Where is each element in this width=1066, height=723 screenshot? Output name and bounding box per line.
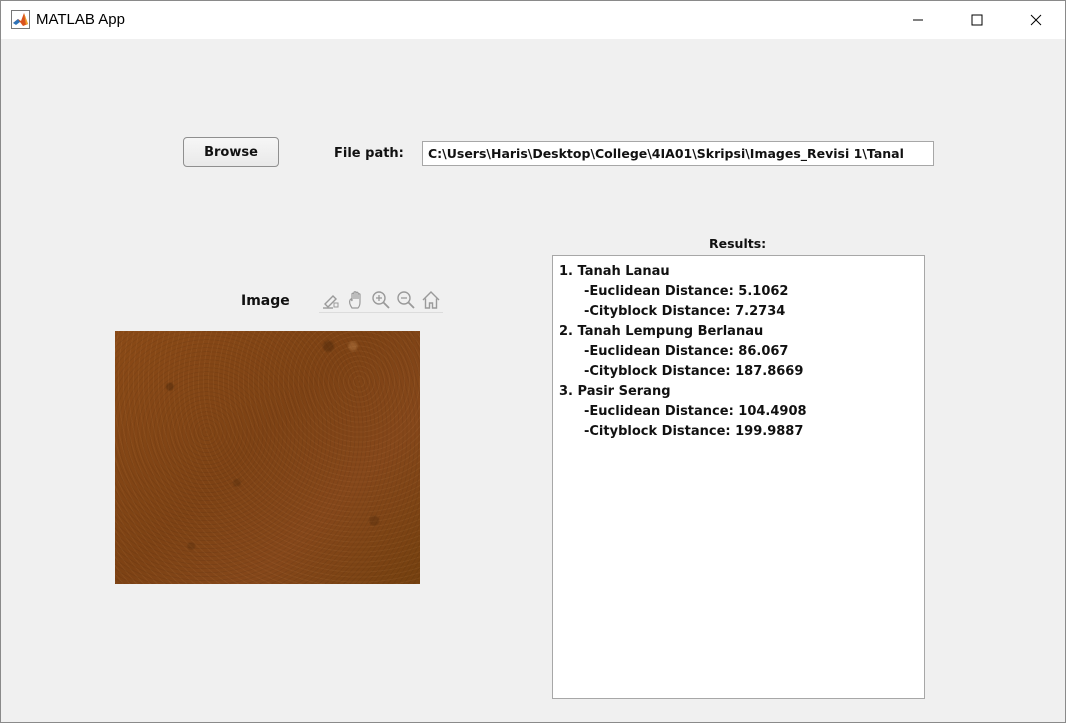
result-line: -Euclidean Distance: 104.4908: [584, 404, 807, 419]
results-text-area[interactable]: 1. Tanah Lanau -Euclidean Distance: 5.10…: [552, 255, 925, 699]
image-axes-title: Image: [241, 293, 290, 309]
result-line: 1. Tanah Lanau: [559, 264, 670, 279]
soil-image: [115, 331, 420, 584]
result-line: -Cityblock Distance: 187.8669: [584, 364, 804, 379]
home-icon[interactable]: [419, 288, 443, 312]
maximize-icon: [971, 11, 983, 30]
minimize-icon: [912, 11, 924, 30]
brush-icon[interactable]: [319, 288, 343, 312]
matlab-logo-icon: [11, 10, 30, 29]
window-title: MATLAB App: [36, 11, 125, 28]
result-line: 3. Pasir Serang: [559, 384, 671, 399]
title-bar: MATLAB App: [1, 1, 1065, 39]
result-line: -Euclidean Distance: 5.1062: [584, 284, 789, 299]
zoom-in-icon[interactable]: [369, 288, 393, 312]
file-path-field[interactable]: C:\Users\Haris\Desktop\College\4IA01\Skr…: [422, 141, 934, 166]
result-line: -Euclidean Distance: 86.067: [584, 344, 789, 359]
close-icon: [1030, 11, 1042, 30]
file-path-label: File path:: [334, 146, 404, 161]
pan-hand-icon[interactable]: [344, 288, 368, 312]
close-button[interactable]: [1007, 1, 1065, 39]
browse-button[interactable]: Browse: [183, 137, 279, 167]
maximize-button[interactable]: [948, 1, 1006, 39]
zoom-out-icon[interactable]: [394, 288, 418, 312]
result-line: 2. Tanah Lempung Berlanau: [559, 324, 764, 339]
result-line: -Cityblock Distance: 199.9887: [584, 424, 804, 439]
result-line: -Cityblock Distance: 7.2734: [584, 304, 786, 319]
app-window: MATLAB App Browse File path: C:\Users\Ha…: [0, 0, 1066, 723]
axes-toolbar: [319, 288, 443, 313]
results-label: Results:: [709, 236, 767, 251]
minimize-button[interactable]: [889, 1, 947, 39]
